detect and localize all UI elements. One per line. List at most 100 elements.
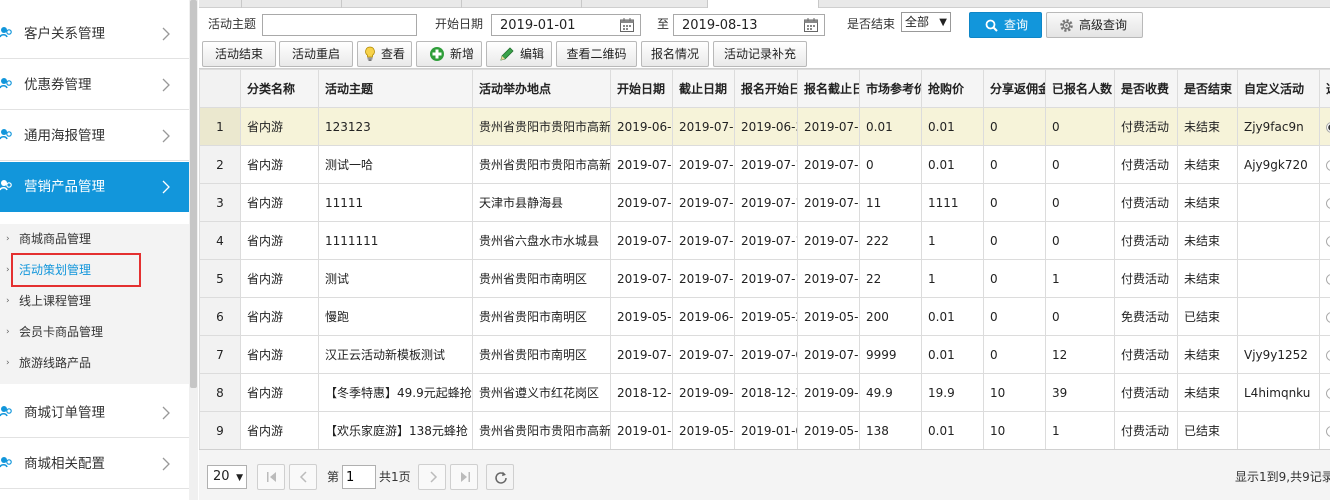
tab[interactable] — [341, 0, 461, 8]
cell-sale-price: 0.01 — [921, 411, 984, 449]
prev-page-button[interactable] — [289, 464, 317, 490]
theme-input[interactable] — [262, 14, 417, 36]
tab[interactable] — [581, 0, 707, 8]
cell-select[interactable] — [1319, 145, 1330, 184]
calendar-icon[interactable] — [619, 17, 635, 33]
cell-theme: 【欢乐家庭游】138元蜂抢 — [318, 411, 473, 449]
refresh-button[interactable] — [486, 464, 514, 490]
restart-activity-button[interactable]: 活动重启 — [279, 41, 353, 67]
menu-mall-orders[interactable]: 商城订单管理 — [0, 388, 189, 438]
cell-select[interactable] — [1319, 297, 1330, 336]
row-radio[interactable] — [1326, 273, 1330, 285]
submenu-item-mall-goods[interactable]: › 商城商品管理 — [0, 224, 189, 255]
page-size-select[interactable]: 20 ▼ — [207, 465, 247, 489]
menu-marketing-products[interactable]: 营销产品管理 — [0, 162, 189, 212]
column-header[interactable]: 报名截止日 — [797, 69, 860, 108]
end-activity-button[interactable]: 活动结束 — [202, 41, 276, 67]
cell-custom-activity — [1237, 411, 1320, 449]
column-header[interactable]: 报名开始日 — [734, 69, 798, 108]
cell-select[interactable] — [1319, 373, 1330, 412]
cell-signup-start: 2019-07-1 — [734, 145, 798, 184]
table-row[interactable]: 6省内游慢跑贵州省贵阳市南明区2019-05-22019-06-02019-05… — [199, 297, 1330, 336]
cell-end-date: 2019-09-2 — [672, 373, 735, 412]
column-header[interactable]: 是否收费 — [1114, 69, 1178, 108]
submenu-item-activity-planning[interactable]: › 活动策划管理 — [0, 255, 189, 286]
menu-posters[interactable]: 通用海报管理 — [0, 111, 189, 161]
button-label: 活动记录补充 — [723, 47, 796, 61]
view-qrcode-button[interactable]: 查看二维码 — [556, 41, 637, 67]
submenu-item-member-cards[interactable]: › 会员卡商品管理 — [0, 317, 189, 348]
add-button[interactable]: 新增 — [416, 41, 482, 67]
activity-record-supplement-button[interactable]: 活动记录补充 — [713, 41, 807, 67]
view-button[interactable]: 查看 — [357, 41, 412, 67]
column-header[interactable]: 抢购价 — [921, 69, 984, 108]
cell-select[interactable] — [1319, 221, 1330, 260]
cell-row-number: 9 — [199, 411, 241, 449]
column-header[interactable]: 市场参考价 — [859, 69, 922, 108]
dropdown-arrow-icon: ▼ — [236, 473, 243, 483]
menu-mall-config[interactable]: 商城相关配置 — [0, 439, 189, 489]
table-row[interactable]: 1省内游123123贵州省贵阳市贵阳市高新区2019-06-32019-07-3… — [199, 107, 1330, 146]
column-header[interactable]: 活动举办地点 — [472, 69, 611, 108]
tab[interactable] — [241, 0, 341, 8]
row-radio[interactable] — [1326, 159, 1330, 171]
row-radio[interactable] — [1326, 349, 1330, 361]
table-row[interactable]: 4省内游1111111贵州省六盘水市水城县2019-07-12019-07-22… — [199, 221, 1330, 260]
row-radio[interactable] — [1326, 311, 1330, 323]
user-group-icon — [0, 457, 12, 468]
menu-customer-relations[interactable]: 客户关系管理 — [0, 9, 189, 59]
submenu-item-online-courses[interactable]: › 线上课程管理 — [0, 286, 189, 317]
button-label: 报名情况 — [650, 47, 699, 61]
column-header[interactable]: 是否结束 — [1177, 69, 1238, 108]
menu-coupons[interactable]: 优惠券管理 — [0, 60, 189, 110]
cell-ended: 未结束 — [1177, 373, 1238, 412]
edit-button[interactable]: 编辑 — [486, 41, 552, 67]
cell-row-number: 5 — [199, 259, 241, 298]
submenu-item-travel-routes[interactable]: › 旅游线路产品 — [0, 348, 189, 379]
column-header[interactable]: 选择 — [1319, 69, 1330, 108]
ended-select[interactable]: 全部 ▼ — [901, 12, 951, 32]
table-row[interactable]: 8省内游【冬季特惠】49.9元起蜂抢贵州省遵义市红花岗区2018-12-3201… — [199, 373, 1330, 412]
table-row[interactable]: 5省内游测试贵州省贵阳市南明区2019-07-12019-07-22019-07… — [199, 259, 1330, 298]
cell-ended: 已结束 — [1177, 411, 1238, 449]
table-row[interactable]: 7省内游汉正云活动新模板测试贵州省贵阳市南明区2019-07-02019-07-… — [199, 335, 1330, 374]
calendar-icon[interactable] — [803, 17, 819, 33]
user-group-icon — [0, 129, 12, 140]
column-header[interactable]: 自定义活动 — [1237, 69, 1320, 108]
column-header[interactable]: 活动主题 — [318, 69, 473, 108]
row-radio[interactable] — [1326, 121, 1330, 133]
page-number-input[interactable] — [342, 465, 376, 489]
cell-select[interactable] — [1319, 335, 1330, 374]
table-row[interactable]: 2省内游测试一哈贵州省贵阳市贵阳市高新区2019-07-12019-07-120… — [199, 145, 1330, 184]
cell-end-date: 2019-07-3 — [672, 335, 735, 374]
tab[interactable] — [461, 0, 581, 8]
column-header[interactable]: 开始日期 — [610, 69, 673, 108]
column-header[interactable]: 已报名人数 — [1045, 69, 1115, 108]
table-row[interactable]: 3省内游11111天津市县静海县2019-07-12019-07-12019-0… — [199, 183, 1330, 222]
sidebar: 客户关系管理 优惠券管理 通用海报管理 营销产品管理 › 商城商品管理 › 活动… — [0, 0, 198, 500]
row-radio[interactable] — [1326, 197, 1330, 209]
signup-status-button[interactable]: 报名情况 — [641, 41, 709, 67]
submenu-label: 商城商品管理 — [19, 232, 92, 246]
sidebar-scrollbar-thumb[interactable] — [190, 0, 197, 388]
row-radio[interactable] — [1326, 235, 1330, 247]
column-header[interactable]: 分类名称 — [240, 69, 319, 108]
column-header[interactable]: 分享返佣金 — [983, 69, 1046, 108]
cell-select[interactable] — [1319, 411, 1330, 449]
cell-market-price: 200 — [859, 297, 922, 336]
first-page-button[interactable] — [257, 464, 285, 490]
last-page-button[interactable] — [450, 464, 478, 490]
cell-select[interactable] — [1319, 259, 1330, 298]
tab-active[interactable] — [707, 0, 819, 8]
row-radio[interactable] — [1326, 387, 1330, 399]
cell-select[interactable] — [1319, 107, 1330, 146]
cell-select[interactable] — [1319, 183, 1330, 222]
query-button[interactable]: 查询 — [969, 12, 1042, 38]
next-page-button[interactable] — [418, 464, 446, 490]
row-radio[interactable] — [1326, 425, 1330, 437]
page-size-value: 20 — [213, 469, 230, 484]
advanced-query-button[interactable]: 高级查询 — [1046, 12, 1143, 38]
column-header[interactable]: 截止日期 — [672, 69, 735, 108]
table-row[interactable]: 9省内游【欢乐家庭游】138元蜂抢贵州省贵阳市贵阳市高新区2019-01-020… — [199, 411, 1330, 449]
cell-location: 贵州省贵阳市贵阳市高新区 — [472, 107, 611, 146]
